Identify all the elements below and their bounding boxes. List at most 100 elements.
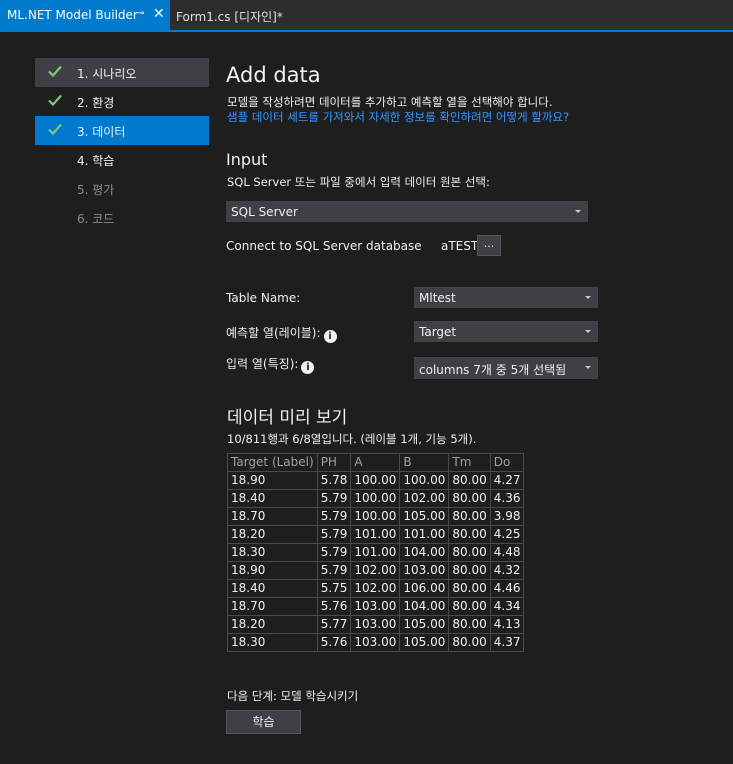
next-step-text: 다음 단계: 모델 학습시키기: [227, 689, 359, 703]
close-icon[interactable]: ✕: [153, 6, 165, 22]
connect-label: Connect to SQL Server database: [226, 239, 422, 253]
tab-title: ML.NET Model Builder: [7, 8, 138, 22]
preview-summary: 10/811행과 6/8열입니다. (레이블 1개, 기능 5개).: [227, 432, 477, 446]
table-row: 18.40 5.75 102.00 106.00 80.00 4.46: [227, 579, 525, 598]
table-cell: 5.76: [316, 633, 352, 652]
table-cell: 80.00: [448, 561, 491, 580]
select-value: Target: [419, 325, 457, 339]
table-cell: 101.00: [350, 525, 401, 544]
input-heading: Input: [226, 150, 268, 169]
table-cell: 80.00: [448, 525, 491, 544]
column-header: PH: [316, 453, 352, 472]
table-cell: 4.27: [489, 471, 525, 490]
help-link[interactable]: 샘플 데이터 세트를 가져와서 자세한 정보를 확인하려면 어떻게 할까요?: [227, 109, 569, 125]
pin-icon[interactable]: ⊸: [136, 8, 144, 19]
train-button[interactable]: 학습: [226, 710, 301, 734]
table-cell: 103.00: [350, 615, 401, 634]
table-cell: 102.00: [399, 489, 450, 508]
table-cell: 103.00: [399, 561, 450, 580]
tab-form1-designer[interactable]: Form1.cs [디자인]*: [176, 8, 283, 25]
feature-columns-select[interactable]: columns 7개 중 5개 선택됨: [414, 357, 598, 379]
table-cell: 5.79: [316, 543, 352, 562]
column-header: A: [350, 453, 401, 472]
info-icon[interactable]: i: [323, 330, 337, 343]
column-header: Tm: [448, 453, 491, 472]
table-cell: 100.00: [399, 471, 450, 490]
table-cell: 102.00: [350, 579, 401, 598]
checkmark-icon: [48, 65, 62, 78]
table-cell: 105.00: [399, 507, 450, 526]
table-cell: 5.77: [316, 615, 352, 634]
table-cell: 18.30: [227, 543, 318, 562]
column-header: B: [399, 453, 450, 472]
table-cell: 105.00: [399, 633, 450, 652]
page-title: Add data: [226, 63, 321, 87]
checkmark-icon: [48, 94, 62, 107]
table-cell: 103.00: [350, 633, 401, 652]
table-row: 18.90 5.78 100.00 100.00 80.00 4.27: [227, 471, 525, 490]
table-cell: 18.70: [227, 507, 318, 526]
table-cell: 5.79: [316, 507, 352, 526]
feature-columns-label: 입력 열(특징): i: [226, 355, 315, 374]
table-row: 18.20 5.77 103.00 105.00 80.00 4.13: [227, 615, 525, 634]
select-value: columns 7개 중 5개 선택됨: [419, 363, 567, 377]
table-cell: 4.32: [489, 561, 525, 580]
document-tab-bar: ML.NET Model Builder ⊸ ✕ Form1.cs [디자인]*: [0, 0, 733, 30]
table-cell: 100.00: [350, 489, 401, 508]
table-name-label: Table Name:: [226, 291, 301, 305]
feature-columns-text: 입력 열(특징):: [226, 357, 299, 371]
table-cell: 4.25: [489, 525, 525, 544]
page-description: 모델을 작성하려면 데이터를 추가하고 예측할 열을 선택해야 합니다.: [227, 95, 553, 109]
table-cell: 4.48: [489, 543, 525, 562]
label-column-text: 예측할 열(레이블):: [226, 326, 321, 340]
table-cell: 105.00: [399, 615, 450, 634]
table-cell: 101.00: [350, 543, 401, 562]
step-environment[interactable]: 2. 환경: [35, 87, 209, 116]
browse-connection-button[interactable]: ...: [477, 235, 501, 256]
step-label: 6. 코드: [77, 212, 115, 226]
table-row: 18.30 5.79 101.00 104.00 80.00 4.48: [227, 543, 525, 562]
table-cell: 18.30: [227, 633, 318, 652]
info-icon[interactable]: i: [301, 361, 315, 374]
table-cell: 80.00: [448, 633, 491, 652]
table-cell: 18.90: [227, 471, 318, 490]
table-cell: 106.00: [399, 579, 450, 598]
step-train[interactable]: 4. 학습: [35, 145, 209, 174]
table-cell: 4.46: [489, 579, 525, 598]
chevron-down-icon: [585, 366, 591, 369]
step-code: 6. 코드: [35, 203, 209, 232]
column-header: Do: [489, 453, 525, 472]
table-cell: 5.79: [316, 489, 352, 508]
step-data[interactable]: 3. 데이터: [35, 116, 209, 145]
table-cell: 103.00: [350, 597, 401, 616]
table-cell: 18.70: [227, 597, 318, 616]
table-cell: 18.90: [227, 561, 318, 580]
table-cell: 80.00: [448, 507, 491, 526]
table-name-select[interactable]: Mltest: [414, 287, 598, 308]
table-cell: 80.00: [448, 597, 491, 616]
table-cell: 4.13: [489, 615, 525, 634]
table-cell: 102.00: [350, 561, 401, 580]
table-cell: 80.00: [448, 543, 491, 562]
table-cell: 4.37: [489, 633, 525, 652]
tab-model-builder[interactable]: ML.NET Model Builder ⊸ ✕: [0, 0, 170, 30]
column-header: Target (Label): [227, 453, 318, 472]
step-label: 5. 평가: [77, 183, 115, 197]
table-header-row: Target (Label) PH A B Tm Do: [227, 453, 525, 472]
wizard-steps-nav: 1. 시나리오 2. 환경 3. 데이터 4. 학습 5. 평가 6. 코드: [35, 58, 209, 232]
table-cell: 100.00: [350, 471, 401, 490]
step-scenario[interactable]: 1. 시나리오: [35, 58, 209, 87]
table-row: 18.30 5.76 103.00 105.00 80.00 4.37: [227, 633, 525, 652]
table-cell: 80.00: [448, 471, 491, 490]
table-cell: 4.36: [489, 489, 525, 508]
label-column-select[interactable]: Target: [414, 321, 598, 342]
table-cell: 5.76: [316, 597, 352, 616]
chevron-down-icon: [585, 330, 591, 333]
table-cell: 5.78: [316, 471, 352, 490]
data-source-select[interactable]: SQL Server: [226, 201, 588, 222]
table-cell: 18.20: [227, 615, 318, 634]
table-cell: 101.00: [399, 525, 450, 544]
table-cell: 3.98: [489, 507, 525, 526]
table-row: 18.20 5.79 101.00 101.00 80.00 4.25: [227, 525, 525, 544]
select-value: SQL Server: [231, 205, 298, 219]
